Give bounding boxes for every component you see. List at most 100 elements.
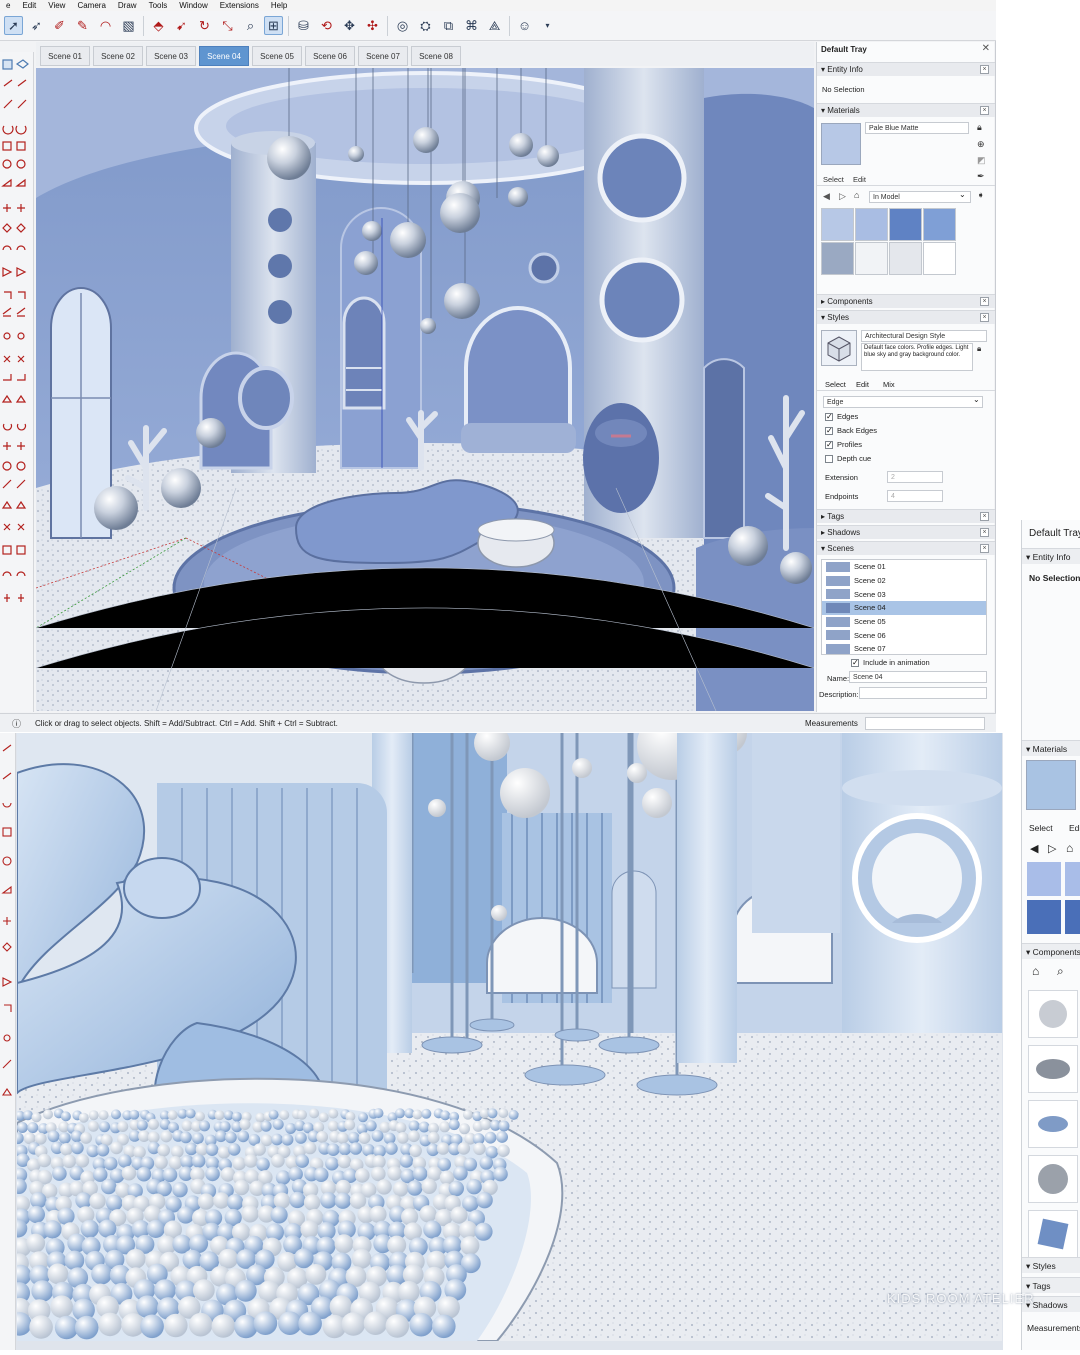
material-swatch[interactable] (923, 208, 956, 241)
component-thumb[interactable] (1028, 990, 1078, 1038)
materials-edit-tab[interactable]: Edit (853, 175, 866, 184)
rectangle-tool-icon[interactable]: ▧ (119, 16, 138, 35)
menu-edit[interactable]: Edit (16, 0, 42, 11)
layout-icon[interactable]: ⧉ (439, 16, 458, 35)
select-tool-icon[interactable]: ➚ (4, 16, 23, 35)
tray-close-icon[interactable]: ✕ (982, 43, 990, 54)
scenes-header[interactable]: ▾ Scenes × (817, 541, 995, 555)
list-item[interactable]: Scene 06 (822, 628, 986, 642)
scale-icon[interactable]: ⤡ (218, 16, 237, 35)
material-swatch[interactable] (821, 208, 854, 241)
forward-arrow-icon[interactable]: ▷ (1048, 842, 1056, 855)
material-swatch[interactable] (1065, 900, 1080, 934)
orbit-icon[interactable]: ⟲ (317, 16, 336, 35)
material-preview[interactable] (821, 123, 861, 165)
tags-header[interactable]: ▸ Tags × (817, 509, 995, 523)
styles-select-tab[interactable]: Select (825, 380, 846, 389)
tray2-select-tab[interactable]: Select (1029, 823, 1053, 833)
home-icon[interactable]: ⌂ (1066, 841, 1073, 855)
edge-settings-dropdown[interactable]: Edge (823, 396, 983, 408)
tab-scene-03[interactable]: Scene 03 (146, 46, 196, 66)
back-arrow-icon[interactable]: ◀ (823, 191, 830, 202)
style-name-field[interactable]: Architectural Design Style (861, 330, 987, 342)
edges-option[interactable]: Edges (825, 412, 858, 422)
back-arrow-icon[interactable]: ◀ (1030, 842, 1038, 855)
menu-view[interactable]: View (42, 0, 71, 11)
tray2-entity-info-header[interactable]: ▾ Entity Info (1022, 548, 1080, 564)
styles-mix-tab[interactable]: Mix (883, 380, 895, 389)
panel-close-icon[interactable]: × (980, 512, 989, 521)
material-swatch[interactable] (923, 242, 956, 275)
tab-scene-06[interactable]: Scene 06 (305, 46, 355, 66)
scene-name-input[interactable]: Scene 04 (849, 671, 987, 683)
materials-header[interactable]: ▾ Materials × (817, 103, 995, 117)
tab-scene-01[interactable]: Scene 01 (40, 46, 90, 66)
style-thumbnail[interactable] (821, 330, 857, 366)
menu-camera[interactable]: Camera (71, 0, 111, 11)
scenes-list[interactable]: Scene 01 Scene 02 Scene 03 Scene 04 Scen… (821, 559, 987, 655)
material-swatch[interactable] (1027, 900, 1061, 934)
endpoints-stepper[interactable]: 4 (887, 490, 943, 502)
pan-icon[interactable]: ✥ (340, 16, 359, 35)
material-swatch[interactable] (889, 208, 922, 241)
material-name-field[interactable]: Pale Blue Matte (865, 122, 969, 134)
panel-close-icon[interactable]: × (980, 297, 989, 306)
extension-stepper[interactable]: 2 (887, 471, 943, 483)
home-icon[interactable]: ⌂ (854, 190, 859, 200)
list-item[interactable]: Scene 03 (822, 587, 986, 601)
forward-arrow-icon[interactable]: ▷ (839, 191, 846, 202)
tray2-edit-tab[interactable]: Edi (1069, 823, 1080, 833)
component-thumb[interactable] (1028, 1210, 1078, 1258)
components-header[interactable]: ▸ Components × (817, 294, 995, 308)
lock-icon[interactable]: 🔒︎ (977, 122, 982, 133)
styles-edit-tab[interactable]: Edit (856, 380, 869, 389)
info-icon[interactable]: ⓘ (12, 717, 21, 730)
list-item[interactable]: Scene 07 (822, 642, 986, 654)
tab-scene-02[interactable]: Scene 02 (93, 46, 143, 66)
lock-icon[interactable]: 🔒︎ (977, 344, 981, 354)
list-item[interactable]: Scene 01 (822, 560, 986, 574)
material-swatch[interactable] (1027, 862, 1061, 896)
panel-close-icon[interactable]: × (980, 528, 989, 537)
zoom-icon[interactable]: ⌕ (241, 16, 260, 35)
tray2-materials-header[interactable]: ▾ Materials (1022, 740, 1080, 756)
library-dropdown[interactable]: In Model (869, 191, 971, 203)
include-in-animation-option[interactable]: Include in animation (851, 658, 930, 668)
tab-scene-08[interactable]: Scene 08 (411, 46, 461, 66)
eyedropper-icon[interactable]: ✒ (977, 171, 985, 182)
menu-help[interactable]: Help (265, 0, 293, 11)
depth-cue-checkbox[interactable] (825, 455, 833, 464)
account-dropdown-icon[interactable]: ▾ (538, 16, 557, 35)
panel-close-icon[interactable]: × (980, 544, 989, 553)
follow-me-icon[interactable]: ➹ (172, 16, 191, 35)
component-thumb[interactable] (1028, 1155, 1078, 1203)
panel-close-icon[interactable]: × (980, 106, 989, 115)
list-item[interactable]: Scene 02 (822, 574, 986, 588)
line-tool-icon[interactable]: ✎ (73, 16, 92, 35)
warehouse-icon[interactable]: ◎ (393, 16, 412, 35)
menu-draw[interactable]: Draw (112, 0, 143, 11)
entity-info-header[interactable]: ▾ Entity Info × (817, 62, 995, 76)
materials-select-tab[interactable]: Select (823, 175, 844, 184)
panel-close-icon[interactable]: × (980, 313, 989, 322)
measurements-input[interactable] (865, 716, 985, 730)
menu-window[interactable]: Window (173, 0, 213, 11)
back-edges-checkbox[interactable] (825, 426, 833, 436)
rotate-icon[interactable]: ↻ (195, 16, 214, 35)
tray2-styles-header[interactable]: ▾ Styles (1022, 1257, 1080, 1273)
style-description[interactable]: Default face colors. Profile edges. Ligh… (861, 343, 973, 371)
select-dropdown-icon[interactable]: ➶ (27, 16, 46, 35)
default-material-icon[interactable]: ◩ (977, 155, 986, 166)
search-icon[interactable]: ⌕ (1057, 964, 1064, 979)
left-tool-icons[interactable] (0, 733, 16, 1350)
viewport-scene-04[interactable] (36, 68, 814, 711)
details-arrow-icon[interactable]: ➧ (977, 190, 985, 201)
tab-scene-05[interactable]: Scene 05 (252, 46, 302, 66)
account-icon[interactable]: ☺ (515, 16, 534, 35)
paint-bucket-icon[interactable]: ⛁ (294, 16, 313, 35)
left-tool-icons[interactable] (0, 52, 34, 712)
edges-checkbox[interactable] (825, 412, 833, 422)
list-item[interactable]: Scene 05 (822, 615, 986, 629)
scene-description-input[interactable] (859, 687, 987, 699)
tab-scene-07[interactable]: Scene 07 (358, 46, 408, 66)
